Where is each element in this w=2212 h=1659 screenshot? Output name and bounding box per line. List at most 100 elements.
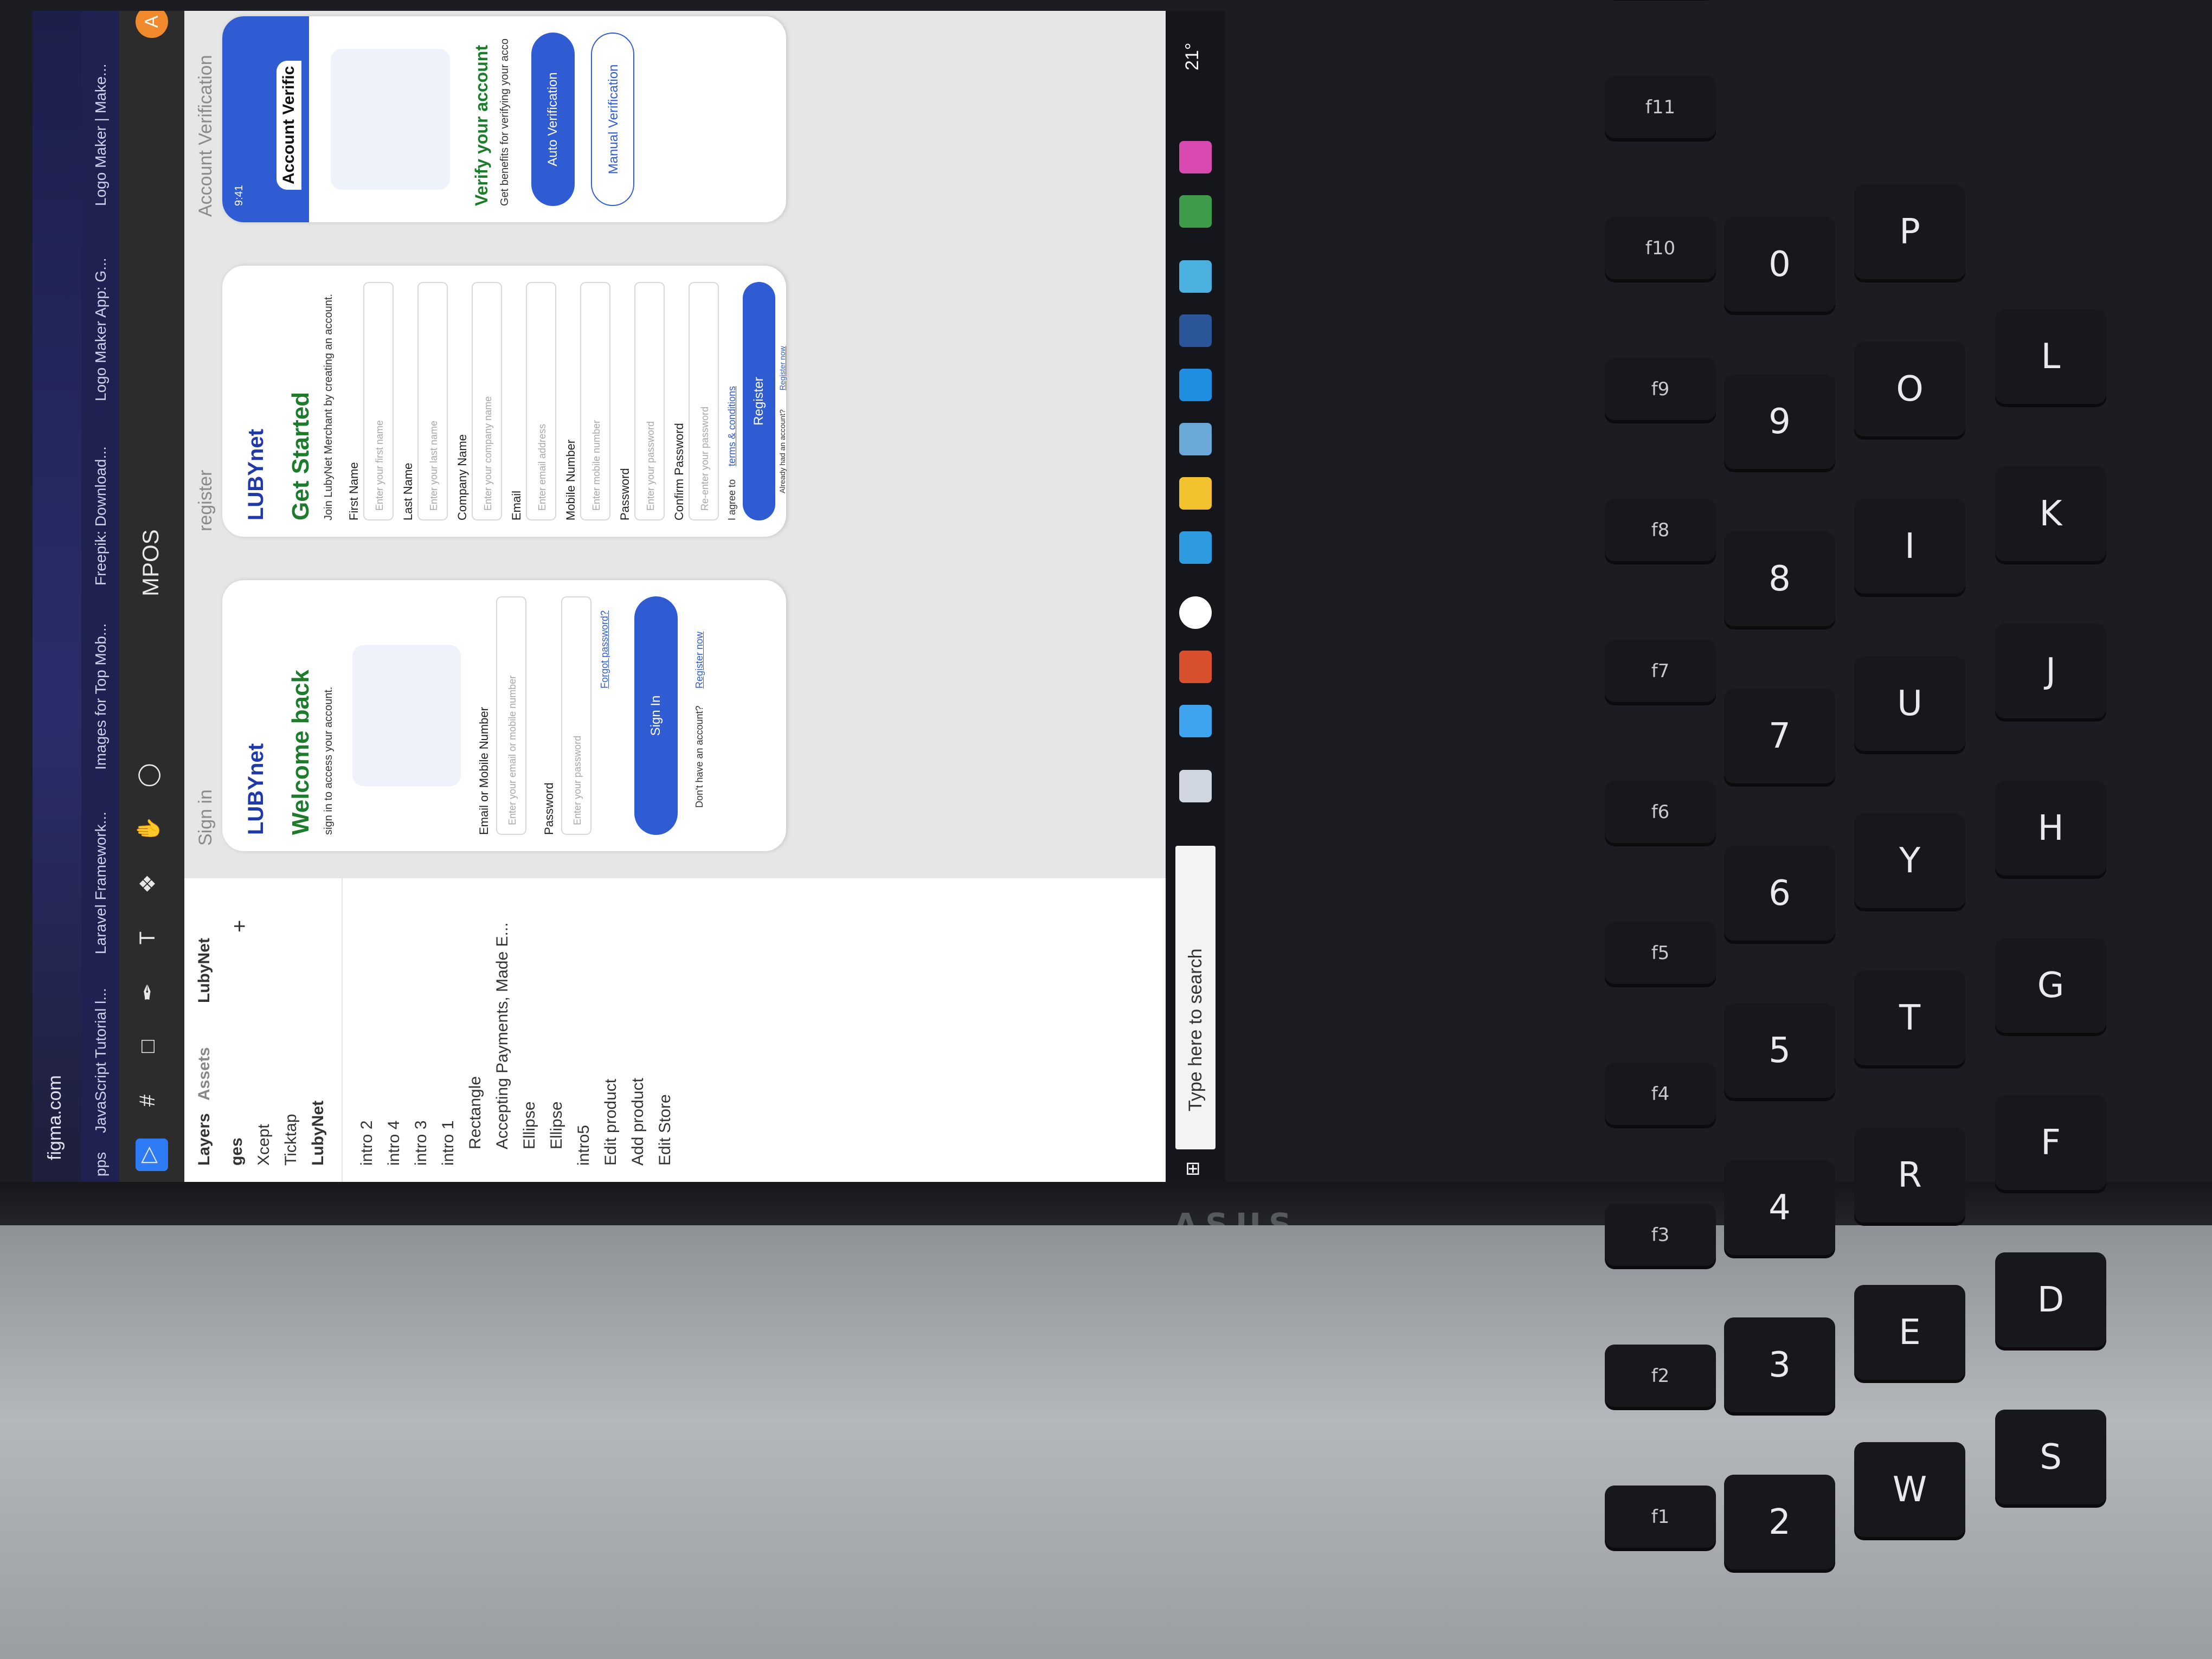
add-page-icon[interactable]: + [228, 920, 252, 933]
layer-item[interactable]: intro 2 [358, 1121, 376, 1166]
password-field[interactable]: Enter your password [634, 282, 665, 520]
comment-icon[interactable]: ◯ [136, 759, 168, 792]
tab-layers[interactable]: Layers [195, 1113, 214, 1166]
layer-item[interactable]: Rectangle [466, 1076, 485, 1149]
bookmark-3[interactable]: Images for Top Mob... [92, 623, 110, 770]
key-w[interactable]: W [1854, 1442, 1965, 1537]
frame-label-register[interactable]: register [195, 470, 216, 531]
bookmark-6[interactable]: Logo Maker | Make... [92, 64, 110, 207]
key-t[interactable]: T [1854, 970, 1965, 1065]
frame-tool-icon[interactable]: # [136, 1084, 168, 1117]
vscode-icon[interactable] [1179, 369, 1212, 401]
avatar[interactable]: A [136, 11, 168, 38]
layer-item[interactable]: intro 4 [385, 1121, 403, 1166]
key-8[interactable]: 8 [1724, 531, 1835, 626]
key-g[interactable]: G [1995, 938, 2106, 1033]
manual-verification-button[interactable]: Manual Verification [591, 33, 634, 206]
key-f5[interactable]: f5 [1605, 922, 1716, 984]
bookmark-1[interactable]: JavaScript Tutorial l... [92, 988, 110, 1133]
layer-item[interactable]: Ellipse [520, 1102, 539, 1149]
taskbar-search-input[interactable]: Type here to search [1175, 846, 1216, 1149]
key-e[interactable]: E [1854, 1285, 1965, 1380]
signin-button[interactable]: Sign In [634, 596, 678, 835]
verify-frame[interactable]: 9:41 Account Verific Verify your account… [222, 16, 786, 222]
key-9[interactable]: 9 [1724, 374, 1835, 469]
sticky-notes-icon[interactable] [1179, 477, 1212, 510]
mobile-number-field[interactable]: Enter mobile number [580, 282, 610, 520]
key-5[interactable]: 5 [1724, 1003, 1835, 1098]
text-tool-icon[interactable]: T [136, 922, 168, 954]
layer-item[interactable]: Accepting Payments, Made E... [493, 922, 512, 1149]
key-k[interactable]: K [1995, 466, 2106, 561]
bookmark-2[interactable]: Laravel Framework... [92, 812, 110, 954]
key-i[interactable]: I [1854, 499, 1965, 594]
word-icon[interactable] [1179, 314, 1212, 347]
key-y[interactable]: Y [1854, 813, 1965, 908]
components-icon[interactable]: ❖ [136, 867, 168, 900]
file-name[interactable]: MPOS [138, 529, 164, 596]
windows-start-icon[interactable]: ⊞ [1182, 1161, 1204, 1177]
page-selector[interactable]: LubyNet [195, 938, 214, 1003]
forgot-password-link[interactable]: Forgot password? [599, 610, 610, 689]
bookmark-4[interactable]: Freepik: Download... [92, 446, 110, 586]
email-field[interactable]: Enter your email or mobile number [496, 596, 526, 835]
key-0[interactable]: 0 [1724, 217, 1835, 312]
key-f7[interactable]: f7 [1605, 640, 1716, 702]
layer-item[interactable]: Ellipse [548, 1102, 566, 1149]
confirm-password-field[interactable]: Re-enter your password [689, 282, 719, 520]
layer-item[interactable]: intro 3 [412, 1121, 430, 1166]
design-canvas[interactable]: Sign in LUBYnet Welcome back sign in to … [184, 11, 1225, 878]
last-name-field[interactable]: Enter your last name [417, 282, 448, 520]
layer-item[interactable]: Edit product [602, 1079, 620, 1166]
key-4[interactable]: 4 [1724, 1160, 1835, 1255]
key-f1[interactable]: f1 [1605, 1486, 1716, 1548]
auto-verification-button[interactable]: Auto Verification [531, 33, 575, 206]
chrome-icon[interactable] [1179, 596, 1212, 629]
signin-frame[interactable]: LUBYnet Welcome back sign in to access y… [222, 580, 786, 851]
apps-link[interactable]: pps [92, 1152, 110, 1176]
key-f2[interactable]: f2 [1605, 1345, 1716, 1407]
key-f11[interactable]: f11 [1605, 76, 1716, 138]
register-frame[interactable]: LUBYnet Get Started Join LubyNet Merchan… [222, 266, 787, 537]
company-name-field[interactable]: Enter your company name [472, 282, 502, 520]
task-view-icon[interactable] [1179, 770, 1212, 802]
first-name-field[interactable]: Enter your first name [363, 282, 394, 520]
shape-tool-icon[interactable]: □ [136, 1030, 168, 1063]
layer-item[interactable]: intro5 [575, 1125, 593, 1166]
app-icon[interactable] [1179, 260, 1212, 293]
layer-item[interactable]: Add product [629, 1078, 647, 1166]
app-icon[interactable] [1179, 195, 1212, 228]
terms-link[interactable]: terms & conditions [726, 386, 738, 466]
key-p[interactable]: P [1854, 184, 1965, 279]
pen-tool-icon[interactable]: ✒ [136, 976, 168, 1008]
app-icon[interactable] [1179, 423, 1212, 455]
key-h[interactable]: H [1995, 781, 2106, 876]
key-f10[interactable]: f10 [1605, 217, 1716, 279]
layer-item[interactable]: intro 1 [439, 1121, 458, 1166]
key-3[interactable]: 3 [1724, 1317, 1835, 1412]
email-field[interactable]: Enter email address [526, 282, 556, 520]
key-f8[interactable]: f8 [1605, 499, 1716, 561]
key-f[interactable]: F [1995, 1095, 2106, 1190]
frame-label-verify[interactable]: Account Verification [195, 55, 216, 217]
paint-icon[interactable] [1179, 141, 1212, 173]
page-item[interactable]: Ticktap [282, 1114, 300, 1166]
key-f3[interactable]: f3 [1605, 1204, 1716, 1266]
key-f4[interactable]: f4 [1605, 1063, 1716, 1125]
register-link[interactable]: Register now [694, 632, 705, 689]
page-item[interactable]: Xcept [255, 1124, 273, 1166]
tab-assets[interactable]: Assets [195, 1047, 214, 1101]
winrar-icon[interactable] [1179, 651, 1212, 683]
skype-icon[interactable] [1179, 705, 1212, 737]
frame-label-signin[interactable]: Sign in [195, 789, 216, 846]
url-field[interactable]: figma.com [44, 1075, 66, 1160]
key-j[interactable]: J [1995, 623, 2106, 718]
key-6[interactable]: 6 [1724, 846, 1835, 941]
password-field[interactable]: Enter your password [561, 596, 591, 835]
weather-temperature[interactable]: 21° [1182, 43, 1203, 70]
page-item[interactable]: LubyNet [309, 1101, 327, 1166]
register-now-link[interactable]: Register now [778, 346, 787, 390]
key-7[interactable]: 7 [1724, 689, 1835, 783]
bookmark-5[interactable]: Logo Maker App: G... [92, 258, 110, 401]
layer-item[interactable]: Edit Store [656, 1094, 674, 1166]
